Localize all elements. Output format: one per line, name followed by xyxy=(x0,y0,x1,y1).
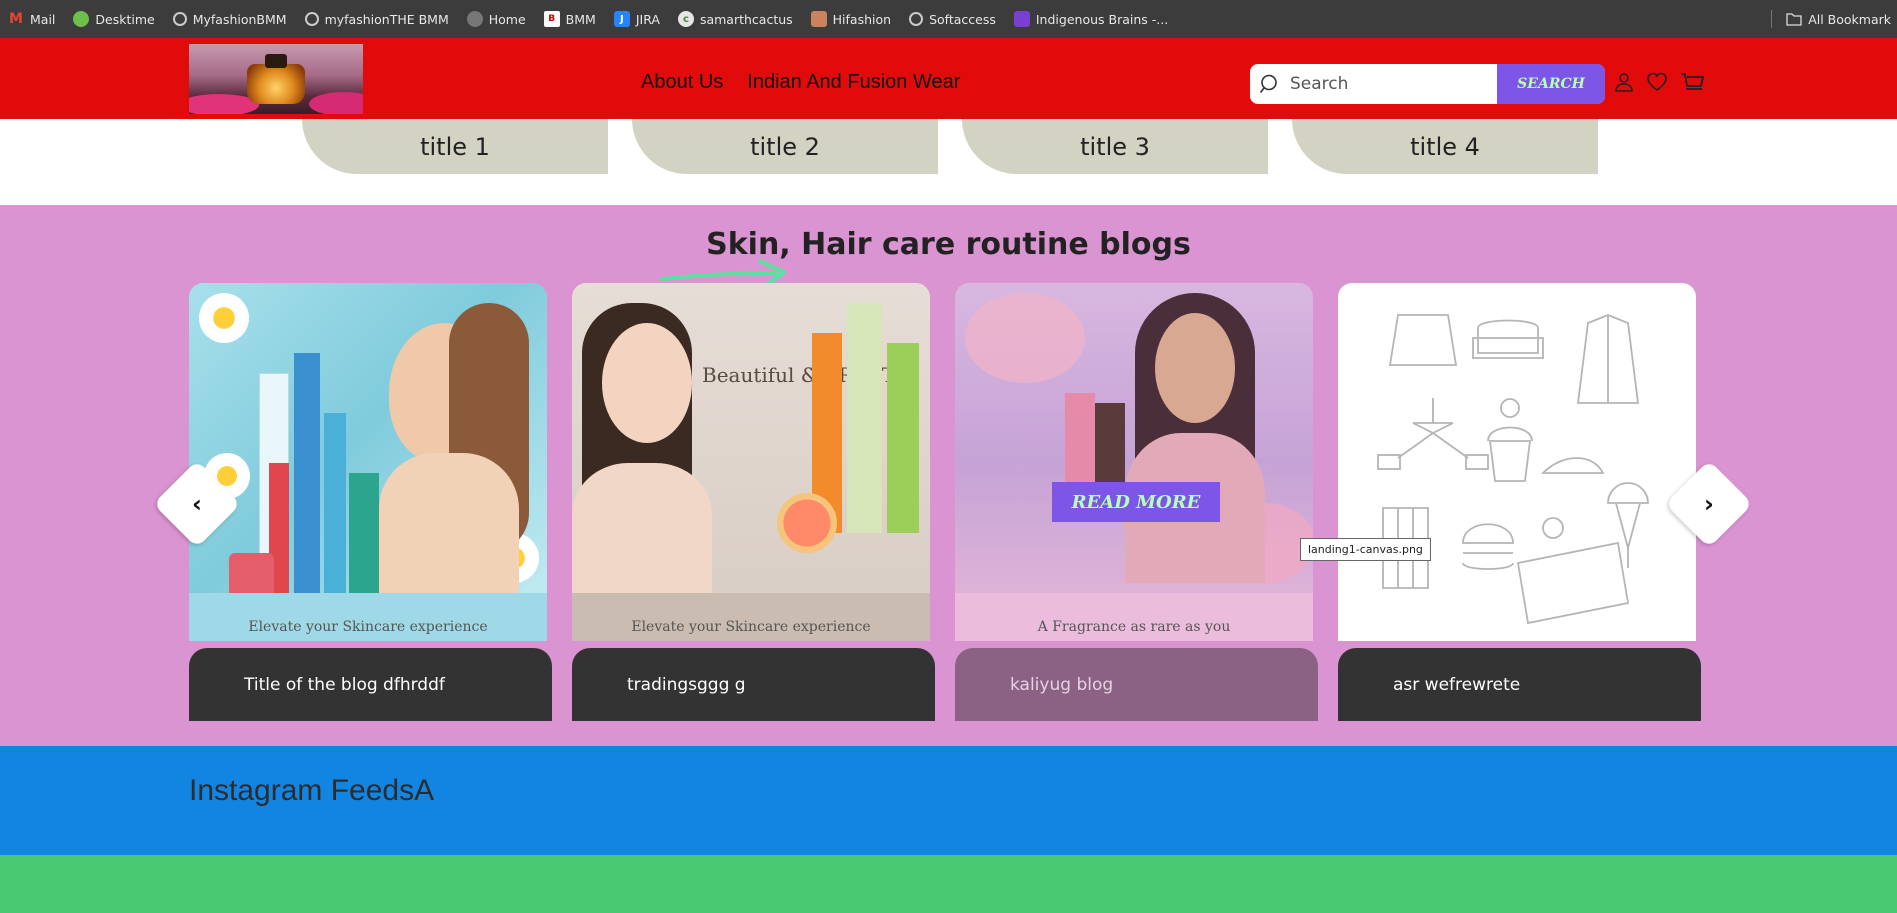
search-icon xyxy=(1250,64,1290,104)
image-caption: A Fragrance as rare as you xyxy=(1037,619,1231,635)
logo-petal xyxy=(309,92,363,114)
product-bottle xyxy=(294,353,320,593)
site-header: About Us Indian And Fusion Wear SEARCH xyxy=(0,38,1897,119)
title-tab-4[interactable]: title 4 xyxy=(1292,119,1598,174)
bookmark-home[interactable]: Home xyxy=(466,11,526,27)
bookmark-label: BMM xyxy=(565,11,596,27)
title-tab-2[interactable]: title 2 xyxy=(632,119,938,174)
search-input[interactable] xyxy=(1290,64,1497,104)
bookmark-bmm[interactable]: B BMM xyxy=(543,11,596,27)
bookmark-softaccess[interactable]: Softaccess xyxy=(909,12,996,27)
logo-bottle xyxy=(247,64,305,104)
blog-card-title-1[interactable]: Title of the blog dfhrddf xyxy=(189,648,552,721)
bookmark-label: Hifashion xyxy=(832,11,892,27)
main-nav: About Us Indian And Fusion Wear xyxy=(641,71,960,94)
all-bookmarks-label: All Bookmark xyxy=(1808,11,1891,27)
site-logo[interactable] xyxy=(189,44,363,114)
nav-indian-fusion-wear[interactable]: Indian And Fusion Wear xyxy=(747,71,960,94)
search-bar: SEARCH xyxy=(1250,64,1605,104)
bookmark-label: Home xyxy=(488,11,526,27)
bookmark-jira[interactable]: J JIRA xyxy=(613,11,660,27)
bookmark-label: myfashionTHE BMM xyxy=(324,11,449,27)
blog-card-image-2[interactable]: Beautiful & PRETTY Elevate your Skincare… xyxy=(572,283,930,641)
folder-icon xyxy=(1786,13,1802,26)
title-tab-3[interactable]: title 3 xyxy=(962,119,1268,174)
bookmark-label: samarthcactus xyxy=(699,11,793,27)
divider xyxy=(1771,10,1773,28)
blog-title-text: asr wefrewrete xyxy=(1393,674,1521,695)
bookmark-indigenous-brains[interactable]: Indigenous Brains -... xyxy=(1013,11,1169,27)
header-icons xyxy=(1614,72,1706,96)
title-tab-1[interactable]: title 1 xyxy=(302,119,608,174)
blog-title-text: kaliyug blog xyxy=(1010,674,1114,695)
blog-card-image-3[interactable]: A Fragrance as rare as you xyxy=(955,283,1313,641)
model-face xyxy=(1155,313,1235,423)
bookmark-label: Indigenous Brains -... xyxy=(1035,11,1169,27)
image-caption: Elevate your Skincare experience xyxy=(248,619,488,635)
search-button[interactable]: SEARCH xyxy=(1497,64,1605,104)
bmm-icon: B xyxy=(543,11,560,27)
grapefruit xyxy=(777,493,837,553)
product-bottle xyxy=(847,303,882,533)
bookmark-mail[interactable]: M Mail xyxy=(8,11,55,27)
globe-icon xyxy=(466,11,483,27)
bookmark-label: Desktime xyxy=(95,11,155,27)
all-bookmarks[interactable]: All Bookmark xyxy=(1771,0,1897,38)
model-body xyxy=(572,463,712,593)
bookmark-samarthcactus[interactable]: c samarthcactus xyxy=(677,11,793,27)
user-icon[interactable] xyxy=(1614,72,1634,96)
globe-icon xyxy=(909,12,924,26)
read-more-button[interactable]: READ MORE xyxy=(1052,482,1220,522)
image-caption: Elevate your Skincare experience xyxy=(631,619,871,635)
bookmark-desktime[interactable]: Desktime xyxy=(73,11,155,27)
blog-card-title-2[interactable]: tradingsggg g xyxy=(572,648,935,721)
blog-card-image-1[interactable]: Elevate your Skincare experience xyxy=(189,283,547,641)
gmail-icon: M xyxy=(9,11,23,27)
model-face xyxy=(602,323,692,443)
titles-strip: title 1 title 2 title 3 title 4 xyxy=(0,119,1897,205)
model-body xyxy=(379,453,519,593)
product-tube xyxy=(887,343,919,533)
hifashion-icon xyxy=(810,11,827,27)
bookmark-hifashion[interactable]: Hifashion xyxy=(810,11,892,27)
product-jar xyxy=(229,553,274,598)
image-tooltip: landing1-canvas.png xyxy=(1300,538,1431,561)
daisy-decoration xyxy=(199,293,249,343)
product-bottle xyxy=(324,413,346,593)
blogs-heading: Skin, Hair care routine blogs xyxy=(706,227,1191,262)
blog-title-text: Title of the blog dfhrddf xyxy=(244,674,445,695)
brains-icon xyxy=(1013,11,1030,27)
bookmark-label: MyfashionBMM xyxy=(192,11,287,27)
chevron-right-icon: › xyxy=(1704,490,1714,518)
bookmark-label: JIRA xyxy=(635,11,660,27)
logo-bottle-cap xyxy=(265,54,287,68)
jira-icon: J xyxy=(613,11,630,27)
nav-about-us[interactable]: About Us xyxy=(641,71,723,94)
blog-card-image-4[interactable] xyxy=(1338,283,1696,641)
globe-icon xyxy=(304,12,319,26)
blog-card-title-4[interactable]: asr wefrewrete xyxy=(1338,648,1701,721)
bookmarks-bar: M Mail Desktime MyfashionBMM myfashionTH… xyxy=(0,0,1897,38)
cart-icon[interactable] xyxy=(1680,72,1706,96)
line-art-illustration xyxy=(1377,314,1649,625)
footer-band xyxy=(0,855,1897,913)
bookmark-myfashionthebmm[interactable]: myfashionTHE BMM xyxy=(304,11,449,27)
blog-card-title-3[interactable]: kaliyug blog xyxy=(955,648,1318,721)
blossom-decoration xyxy=(965,293,1085,383)
blogs-section: Skin, Hair care routine blogs Elevate yo… xyxy=(0,205,1897,746)
globe-icon xyxy=(172,12,187,26)
desktime-icon xyxy=(73,11,90,27)
chevron-left-icon: ‹ xyxy=(192,490,202,518)
product-bottle xyxy=(349,473,379,593)
bookmark-label: Softaccess xyxy=(929,11,996,27)
cactus-icon: c xyxy=(677,11,694,27)
blog-title-text: tradingsggg g xyxy=(627,674,746,695)
heart-icon[interactable] xyxy=(1646,72,1668,96)
bookmark-label: Mail xyxy=(30,11,56,27)
bookmark-myfashionbmm[interactable]: MyfashionBMM xyxy=(172,11,287,27)
instagram-heading: Instagram FeedsA xyxy=(189,774,435,807)
instagram-section: Instagram FeedsA xyxy=(0,746,1897,855)
